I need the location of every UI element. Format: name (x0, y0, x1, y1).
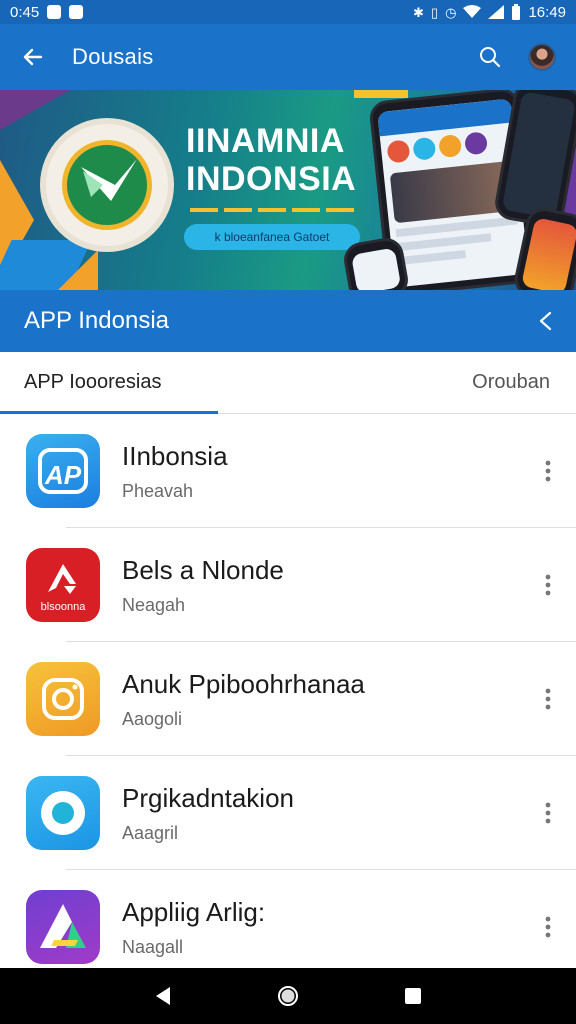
more-vert-icon (545, 460, 551, 482)
nav-recents-button[interactable] (393, 976, 433, 1016)
banner-dashes (190, 208, 354, 212)
banner-decoration (0, 90, 70, 130)
app-icon-text: blsoonna (41, 601, 87, 613)
list-item-text: Prgikadntakion Aaagril (122, 783, 294, 844)
app-icon (26, 890, 100, 964)
app-subtitle: Aaogoli (122, 708, 183, 729)
page-title: Dousais (72, 44, 154, 69)
wifi-icon (463, 5, 482, 18)
back-button[interactable] (0, 24, 66, 90)
more-button[interactable] (536, 565, 560, 605)
arrow-left-icon (23, 48, 43, 66)
more-vert-icon (545, 574, 551, 596)
list-item[interactable]: AP IInbonsia Pheavah (0, 414, 576, 528)
app-subtitle: Neagah (122, 594, 186, 615)
app-logo-icon: blsoonna (41, 564, 87, 613)
more-button[interactable] (536, 793, 560, 833)
app-bar: Dousais (0, 24, 576, 90)
list-item[interactable]: Appliig Arlig: Naagall (0, 870, 576, 984)
tab-bar: APP Ioooresias Orouban (0, 352, 576, 414)
status-clock: 16:49 (528, 3, 566, 21)
letter-a-logo-icon (40, 904, 86, 948)
app-icon (26, 776, 100, 850)
app-list: AP IInbonsia Pheavah blsoonna Bels a Nlo… (0, 414, 576, 984)
alarm-icon: ◷ (445, 4, 457, 20)
list-item[interactable]: Anuk Ppiboohrhanaa Aaogoli (0, 642, 576, 756)
app-icon: AP (26, 434, 100, 508)
vibrate-icon: ▯ (430, 4, 439, 20)
phone-screen (351, 247, 402, 290)
banner-title-line1: IINAMNIA (186, 122, 345, 160)
nav-back-button[interactable] (143, 976, 183, 1016)
app-name: Bels a Nlonde (122, 554, 284, 585)
app-name: Prgikadntakion (122, 782, 294, 813)
more-button[interactable] (536, 451, 560, 491)
phone-screen (520, 217, 576, 290)
share-button[interactable] (514, 290, 576, 352)
screen: 0:45 ✱ ▯ ◷ 16:49 Dousais IINAMNIA INDONS… (0, 0, 576, 1024)
list-item-text: IInbonsia Pheavah (122, 441, 228, 502)
status-left: 0:45 (10, 3, 84, 21)
section-title: APP Indonsia (24, 307, 169, 334)
banner-logo (46, 124, 168, 246)
home-circle-icon (277, 986, 298, 1006)
square-recents-icon (405, 988, 422, 1004)
status-bar: 0:45 ✱ ▯ ◷ 16:49 (0, 0, 576, 24)
list-item-text: Bels a Nlonde Neagah (122, 555, 284, 616)
notification-icon (47, 5, 62, 19)
app-subtitle: Pheavah (122, 480, 194, 501)
tab-other[interactable]: Orouban (472, 371, 550, 394)
banner-cta-pill[interactable]: k bloeanfanea Gatoet (184, 224, 360, 250)
more-vert-icon (545, 916, 551, 938)
list-item-text: Anuk Ppiboohrhanaa Aaogoli (122, 669, 365, 730)
app-name: IInbonsia (122, 440, 228, 471)
circle-logo-icon (41, 791, 85, 835)
list-item[interactable]: blsoonna Bels a Nlonde Neagah (0, 528, 576, 642)
app-name: Appliig Arlig: (122, 896, 266, 927)
banner-title: IINAMNIA INDONSIA (186, 122, 356, 198)
more-vert-icon (545, 802, 551, 824)
status-right: ✱ ▯ ◷ 16:49 (413, 4, 566, 21)
banner-decoration (354, 90, 408, 98)
promo-banner[interactable]: IINAMNIA INDONSIA k bloeanfanea Gatoet (0, 90, 576, 290)
bluetooth-icon: ✱ (413, 4, 424, 20)
logo-mark-icon (81, 159, 137, 201)
app-subtitle: Naagall (122, 936, 184, 957)
list-item[interactable]: Prgikadntakion Aaagril (0, 756, 576, 870)
more-vert-icon (545, 688, 551, 710)
phone-screen (501, 91, 576, 219)
banner-decoration (58, 250, 98, 290)
system-nav-bar (0, 968, 576, 1024)
tab-apps[interactable]: APP Ioooresias (24, 371, 162, 394)
message-icon (69, 5, 84, 19)
search-button[interactable] (468, 35, 512, 79)
camera-icon (42, 678, 84, 720)
app-subtitle: Aaagril (122, 822, 179, 843)
banner-title-line2: INDONSIA (186, 160, 357, 198)
status-time: 0:45 (10, 3, 40, 21)
app-icon (26, 662, 100, 736)
app-icon: blsoonna (26, 548, 100, 622)
signal-icon (488, 5, 505, 19)
chevron-left-icon (539, 311, 552, 331)
section-header: APP Indonsia (0, 290, 576, 352)
list-item-text: Appliig Arlig: Naagall (122, 897, 265, 958)
app-name: Anuk Ppiboohrhanaa (122, 668, 365, 699)
avatar[interactable] (528, 43, 556, 71)
app-logo-icon: AP (38, 448, 88, 494)
more-button[interactable] (536, 907, 560, 947)
search-icon (480, 47, 501, 68)
banner-logo-emblem (62, 140, 152, 230)
nav-home-button[interactable] (268, 976, 308, 1016)
more-button[interactable] (536, 679, 560, 719)
battery-icon (512, 4, 521, 20)
triangle-back-icon (155, 987, 170, 1005)
app-icon-text: AP (44, 460, 82, 490)
